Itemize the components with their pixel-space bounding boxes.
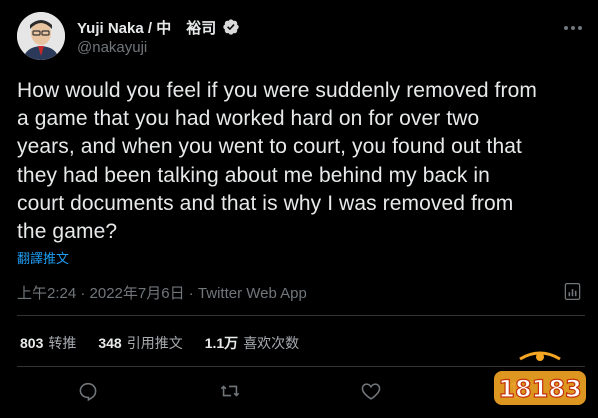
avatar[interactable] [17, 12, 65, 60]
like-icon [361, 383, 381, 400]
retweet-count-value: 803 [20, 335, 44, 351]
retweet-button[interactable] [219, 380, 241, 402]
watermark-logo: 18183 [494, 351, 586, 405]
retweet-count[interactable]: 803 转推 [20, 333, 76, 353]
handle[interactable]: @nakayuji [77, 39, 147, 56]
quote-count-label: 引用推文 [126, 335, 183, 351]
translate-link[interactable]: 翻譯推文 [17, 248, 69, 267]
verified-badge-icon [223, 19, 239, 35]
tweet-timestamp[interactable]: 上午2:24 · 2022年7月6日 · Twitter Web App [17, 282, 307, 303]
more-options-icon[interactable] [561, 16, 585, 40]
name-row: Yuji Naka / 中 裕司 [77, 17, 240, 37]
like-count[interactable]: 1.1万 喜欢次数 [205, 333, 299, 353]
display-name[interactable]: Yuji Naka / 中 裕司 [77, 17, 216, 38]
reply-button[interactable] [77, 380, 99, 402]
quote-count-value: 348 [98, 335, 122, 351]
watermark-text: 18183 [498, 375, 582, 403]
analytics-icon[interactable] [563, 282, 582, 301]
like-count-label: 喜欢次数 [243, 335, 300, 351]
stats-row: 803 转推 348 引用推文 1.1万 喜欢次数 [20, 333, 299, 353]
retweet-icon [220, 385, 240, 397]
quote-count[interactable]: 348 引用推文 [98, 333, 182, 353]
like-button[interactable] [360, 380, 382, 402]
reply-icon [79, 382, 97, 402]
retweet-count-label: 转推 [48, 335, 77, 351]
like-count-value: 1.1万 [204, 335, 239, 351]
tweet-header: Yuji Naka / 中 裕司 @nakayuji [17, 12, 585, 60]
tweet-text: How would you feel if you were suddenly … [17, 79, 537, 244]
avatar-image [17, 12, 65, 60]
divider-top [17, 315, 585, 316]
